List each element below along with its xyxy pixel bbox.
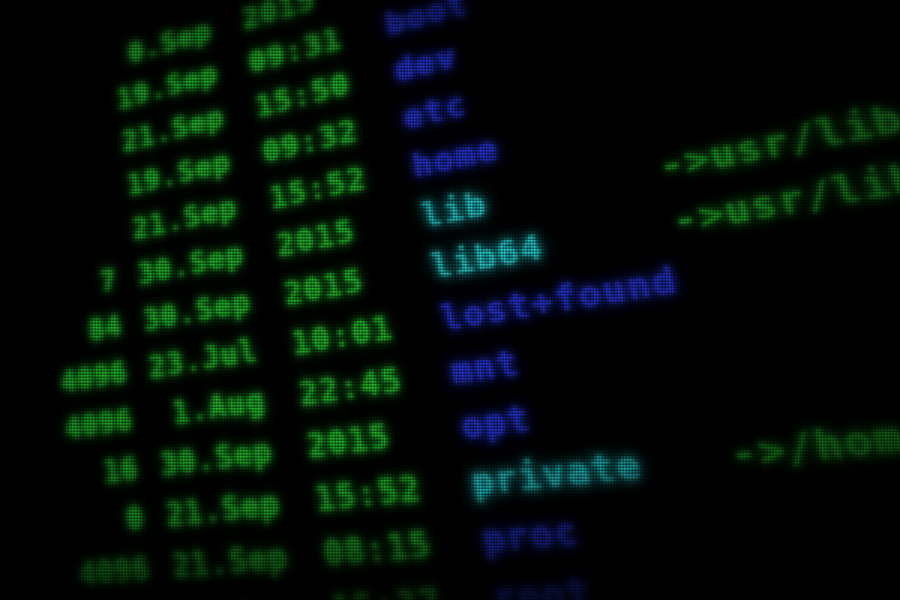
file-name-text: etc — [400, 86, 471, 138]
screen-photo: 15:53..0.Sep2015bin->usr/bin19.Sep09:31b… — [0, 0, 900, 600]
file-name-text: root — [489, 570, 597, 600]
row-day: 21. — [164, 490, 225, 536]
row-day: 21. — [170, 542, 232, 587]
row-month: Sep — [219, 484, 283, 530]
file-name-text: mnt — [447, 342, 524, 394]
row-month: Sep — [226, 537, 291, 583]
file-name-text: private — [468, 443, 647, 505]
row-day: 30. — [158, 440, 218, 485]
file-name-text: opt — [457, 397, 535, 449]
file-name-text: lib — [418, 184, 491, 236]
directory-listing: 15:53..0.Sep2015bin->usr/bin19.Sep09:31b… — [0, 0, 900, 600]
monitor-screen-plane: 15:53..0.Sep2015bin->usr/bin19.Sep09:31b… — [0, 0, 900, 600]
file-name-text: proc — [478, 510, 584, 563]
